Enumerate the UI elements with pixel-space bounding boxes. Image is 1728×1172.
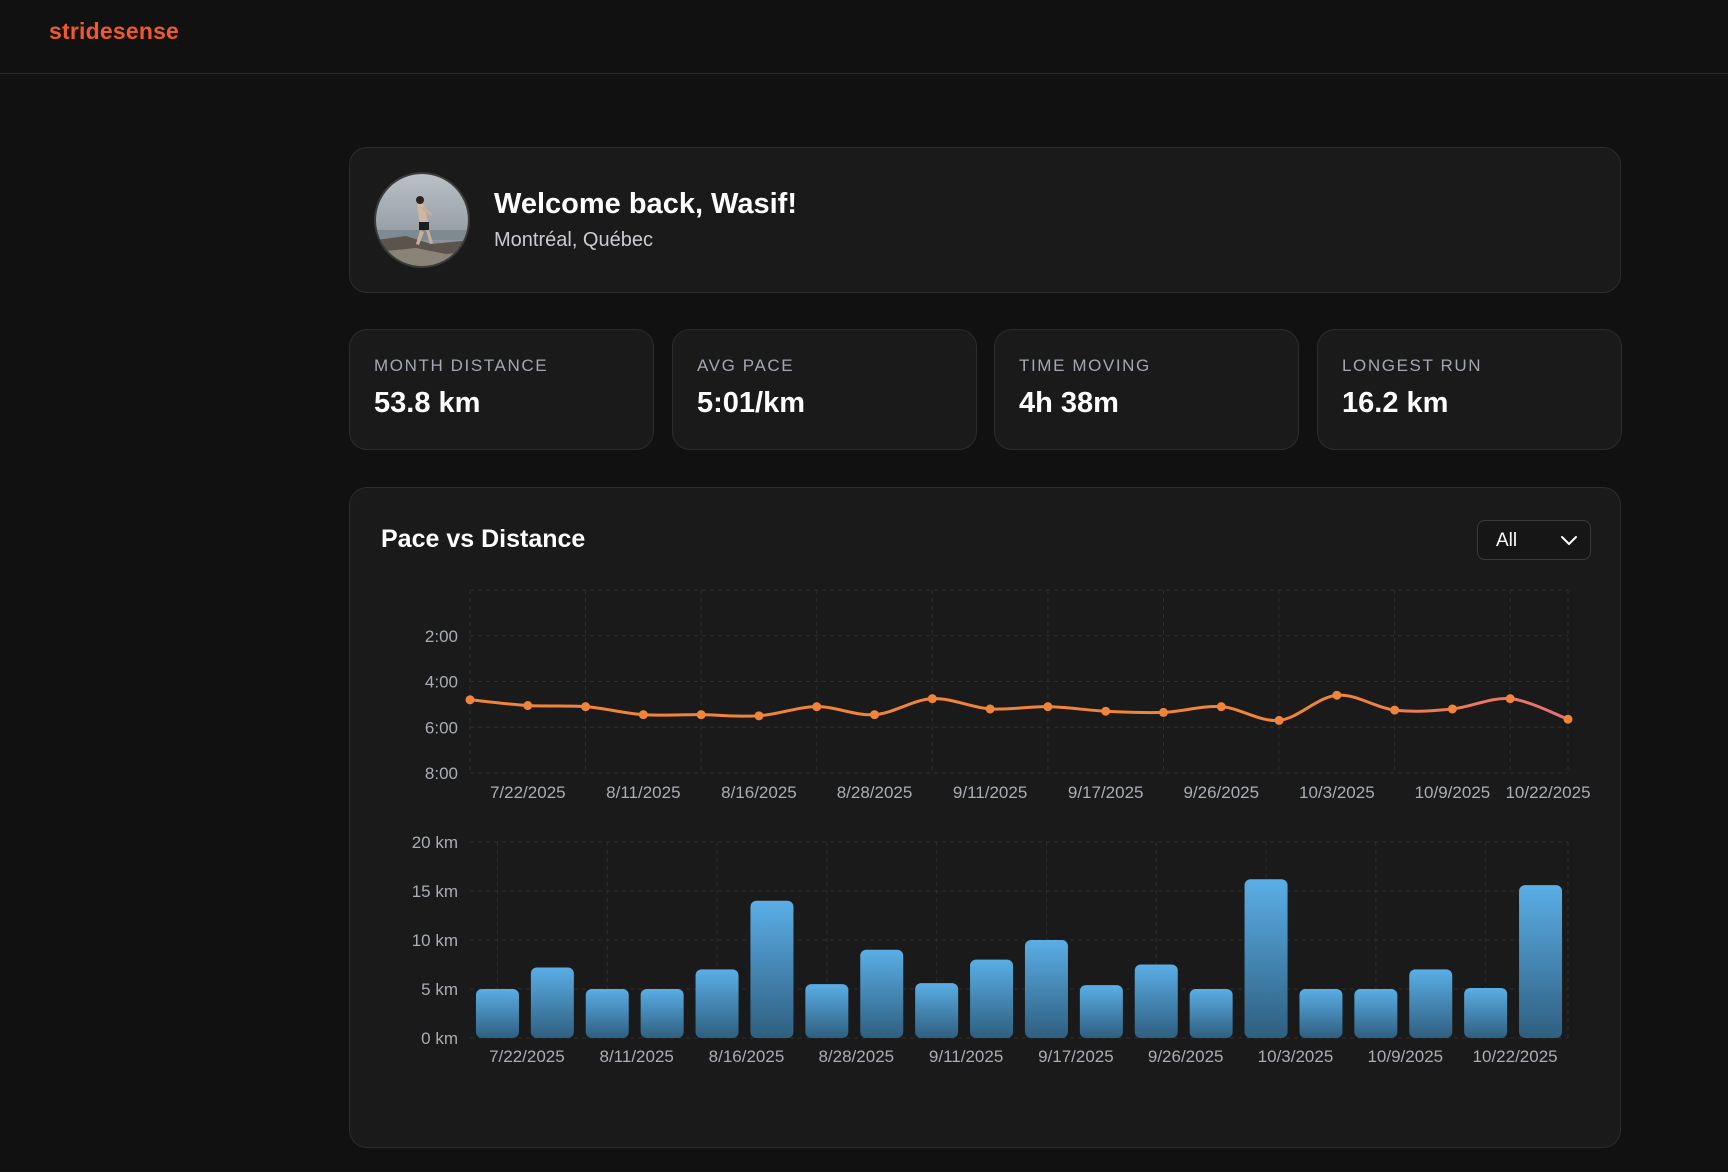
pace-point[interactable]: [927, 694, 937, 704]
pace-point[interactable]: [1332, 690, 1342, 700]
pace-point[interactable]: [985, 704, 995, 714]
distance-bar[interactable]: [1464, 988, 1508, 1038]
dist-x-tick-label: 9/26/2025: [1148, 1047, 1224, 1066]
distance-bar[interactable]: [530, 967, 574, 1038]
pace-point[interactable]: [465, 695, 475, 705]
distance-bar[interactable]: [860, 949, 904, 1038]
top-navbar: stridesense: [0, 0, 1728, 74]
stat-label: LONGEST RUN: [1342, 356, 1483, 375]
stat-label: MONTH DISTANCE: [374, 356, 549, 375]
distance-bar[interactable]: [1354, 989, 1398, 1038]
stat-card-longest-run: LONGEST RUN 16.2 km: [1317, 329, 1622, 450]
distance-bar[interactable]: [695, 969, 739, 1038]
pace-point[interactable]: [1447, 704, 1457, 714]
pace-point[interactable]: [581, 702, 591, 712]
pace-point[interactable]: [1390, 705, 1400, 715]
stat-value: 16.2 km: [1342, 387, 1449, 419]
distance-bar[interactable]: [475, 989, 519, 1038]
user-location: Montréal, Québec: [494, 229, 653, 251]
pace-point[interactable]: [812, 702, 822, 712]
brand-logo[interactable]: stridesense: [49, 18, 179, 45]
welcome-card: Welcome back, Wasif! Montréal, Québec: [349, 147, 1621, 293]
stat-card-month-distance: MONTH DISTANCE 53.8 km: [349, 329, 654, 450]
distance-bar[interactable]: [970, 959, 1014, 1038]
pace-point[interactable]: [1043, 702, 1053, 712]
dist-x-tick-label: 8/11/2025: [600, 1047, 674, 1066]
stat-label: TIME MOVING: [1019, 356, 1151, 375]
pace-point[interactable]: [1101, 706, 1111, 716]
dist-x-tick-label: 10/9/2025: [1367, 1047, 1443, 1066]
stat-card-time-moving: TIME MOVING 4h 38m: [994, 329, 1299, 450]
dist-x-tick-label: 9/17/2025: [1038, 1047, 1114, 1066]
distance-bar[interactable]: [1189, 989, 1233, 1038]
pace-point[interactable]: [696, 710, 706, 720]
stat-value: 53.8 km: [374, 387, 481, 419]
distance-bar[interactable]: [640, 989, 684, 1038]
pace-point[interactable]: [638, 710, 648, 720]
pace-point[interactable]: [1274, 715, 1284, 725]
avatar-photo: [376, 174, 468, 266]
dist-x-tick-label: 7/22/2025: [489, 1047, 565, 1066]
stat-value: 5:01/km: [697, 387, 806, 419]
stat-card-avg-pace: AVG PACE 5:01/km: [672, 329, 977, 450]
welcome-title: Welcome back, Wasif!: [494, 188, 797, 220]
dist-y-tick-label: 5 km: [421, 980, 458, 999]
dist-x-tick-label: 8/28/2025: [818, 1047, 894, 1066]
distance-bar[interactable]: [915, 983, 959, 1038]
distance-bar[interactable]: [585, 989, 629, 1038]
dist-x-tick-label: 10/22/2025: [1473, 1047, 1558, 1066]
stat-label: AVG PACE: [697, 356, 795, 375]
pace-point[interactable]: [1505, 694, 1515, 704]
distance-bar-chart: 0 km 5 km 10 km 15 km 20 km 7/22/2025 8/11/202…: [412, 833, 1569, 1066]
dist-x-tick-label: 9/11/2025: [929, 1047, 1003, 1066]
dist-y-tick-label: 15 km: [412, 882, 458, 901]
dist-y-tick-label: 20 km: [412, 833, 458, 852]
distance-bar[interactable]: [1024, 940, 1068, 1038]
pace-distance-card: Pace vs Distance All 2:00 4:00 6:00 8:00 7/2…: [349, 487, 1621, 1148]
pace-point[interactable]: [1158, 707, 1168, 717]
dist-x-tick-label: 10/3/2025: [1258, 1047, 1334, 1066]
distance-bar[interactable]: [1519, 885, 1563, 1038]
pace-y-tick-label: 4:00: [425, 673, 458, 692]
pace-y-tick-label: 6:00: [425, 718, 458, 737]
stat-value: 4h 38m: [1019, 387, 1119, 419]
dist-y-tick-label: 10 km: [412, 931, 458, 950]
pace-point[interactable]: [523, 701, 533, 711]
pace-point[interactable]: [1216, 702, 1226, 712]
pace-point[interactable]: [870, 710, 880, 720]
distance-bar[interactable]: [1299, 989, 1343, 1038]
pace-y-tick-label: 2:00: [425, 627, 458, 646]
pace-line-chart: 2:004:006:008:007/22/2025 8/11/2025 8/16/2…: [425, 589, 1591, 798]
distance-bar[interactable]: [750, 900, 794, 1038]
pace-point[interactable]: [1563, 714, 1573, 724]
distance-bar[interactable]: [1244, 879, 1288, 1038]
pace-series-line: [469, 693, 1569, 722]
distance-bar[interactable]: [1079, 985, 1123, 1038]
distance-bar[interactable]: [1134, 964, 1178, 1039]
dist-x-tick-label: 8/16/2025: [709, 1047, 785, 1066]
avatar[interactable]: [374, 172, 470, 268]
pace-y-tick-label: 8:00: [425, 764, 458, 783]
pace-point[interactable]: [754, 711, 764, 721]
distance-bar[interactable]: [805, 984, 849, 1038]
distance-bar[interactable]: [1409, 969, 1453, 1038]
dist-y-tick-label: 0 km: [421, 1029, 458, 1048]
